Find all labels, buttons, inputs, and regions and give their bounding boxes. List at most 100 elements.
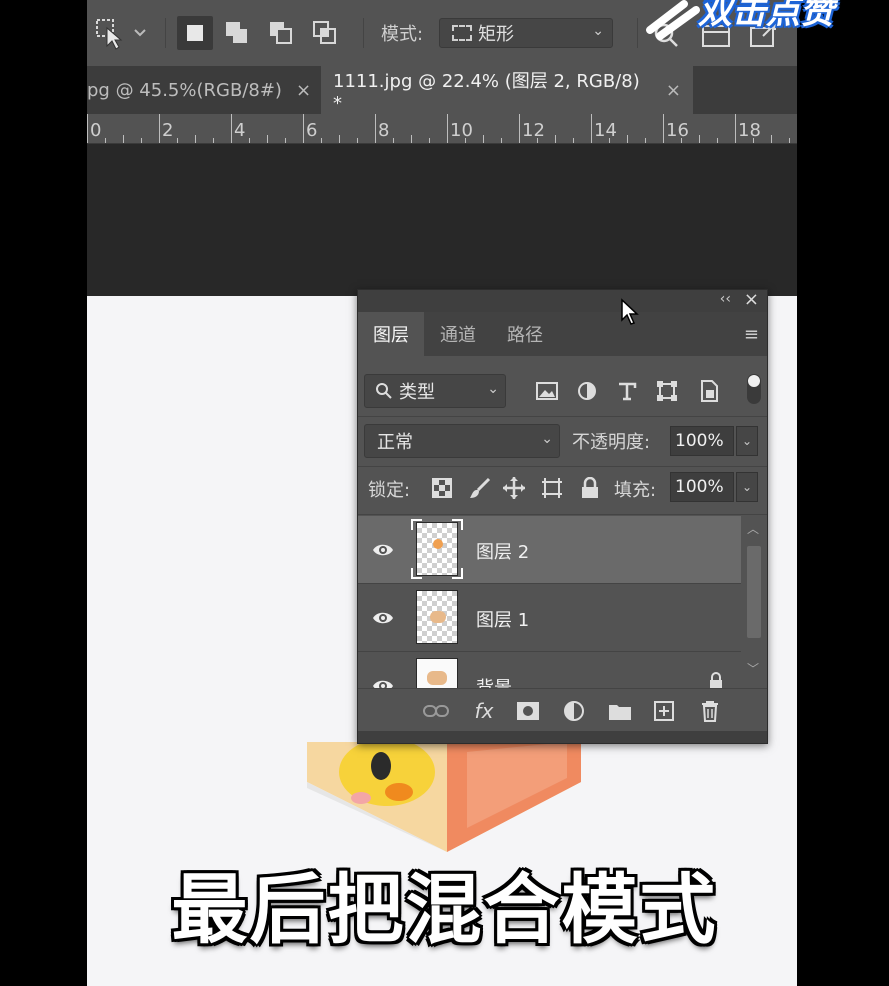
mode-select[interactable]: 矩形 ⌄ xyxy=(439,18,613,48)
filter-adjustment-layers-button[interactable] xyxy=(574,378,600,404)
ruler-tick xyxy=(501,138,502,143)
filter-toggle-switch[interactable] xyxy=(747,374,761,404)
horizontal-ruler: 0 2 4 6 8 10 12 14 16 18 xyxy=(87,114,797,144)
separator xyxy=(363,18,364,48)
layer-name[interactable]: 图层 1 xyxy=(476,606,529,632)
new-group-button[interactable] xyxy=(606,697,634,725)
chevron-down-icon: ⌄ xyxy=(541,431,553,447)
fill-slider-button[interactable]: ⌄ xyxy=(736,472,758,502)
ruler-tick xyxy=(159,114,160,143)
ruler-tick xyxy=(645,138,646,143)
close-panel-icon[interactable]: × xyxy=(744,289,759,310)
tab-paths[interactable]: 路径 xyxy=(492,312,558,356)
panel-menu-icon[interactable]: ≡ xyxy=(744,324,759,345)
lock-position-button[interactable] xyxy=(502,476,526,500)
eye-icon[interactable] xyxy=(372,608,394,628)
collapse-panel-icon[interactable]: ‹‹ xyxy=(720,291,731,307)
opacity-slider-button[interactable]: ⌄ xyxy=(736,426,758,456)
chevron-down-icon[interactable]: ﹀ xyxy=(747,660,759,677)
artboard-icon xyxy=(542,478,562,498)
subtract-selection-button[interactable] xyxy=(263,16,299,50)
close-tab-icon[interactable]: × xyxy=(296,80,311,101)
ruler-tick xyxy=(789,138,790,143)
panel-resize-handle[interactable] xyxy=(358,731,767,743)
subtract-selection-icon xyxy=(270,22,292,44)
layer-row-background[interactable]: 背景 xyxy=(358,652,742,688)
add-mask-button[interactable] xyxy=(514,697,542,725)
tab-layers[interactable]: 图层 xyxy=(358,312,424,356)
tab-channels[interactable]: 通道 xyxy=(424,312,492,356)
brush-icon xyxy=(470,477,491,498)
lock-all-button[interactable] xyxy=(578,476,602,500)
ruler-tick xyxy=(213,138,214,143)
divider xyxy=(358,466,767,467)
filter-type-layers-button[interactable] xyxy=(614,378,640,404)
layer-row-layer-1[interactable]: 图层 1 xyxy=(358,584,742,652)
photoshop-window: 模式: 矩形 ⌄ pg @ 45.5%(RGB/8#) × 1111.jpg @… xyxy=(87,0,797,986)
ruler-tick xyxy=(87,114,88,143)
lock-icon xyxy=(710,672,722,688)
tab-label: 1111.jpg @ 22.4% (图层 2, RGB/8) * xyxy=(333,70,640,114)
type-icon xyxy=(619,382,637,401)
ruler-tick xyxy=(375,114,376,143)
new-layer-button[interactable] xyxy=(650,697,678,725)
layer-name[interactable]: 图层 2 xyxy=(476,538,529,564)
link-layers-button[interactable] xyxy=(422,697,450,725)
new-selection-button[interactable] xyxy=(177,16,213,50)
filter-shape-layers-button[interactable] xyxy=(654,378,680,404)
delete-layer-button[interactable] xyxy=(696,697,724,725)
ruler-tick xyxy=(105,138,106,143)
lock-label: 锁定: xyxy=(368,480,411,501)
intersect-selection-icon xyxy=(313,21,336,44)
ruler-tick xyxy=(339,135,340,143)
ruler-tick xyxy=(321,138,322,143)
ruler-tick xyxy=(681,138,682,143)
tab-label: pg @ 45.5%(RGB/8#) xyxy=(87,79,282,101)
chevron-up-icon[interactable]: ︿ xyxy=(747,520,759,537)
panel-title-bar[interactable]: ‹‹ × xyxy=(358,289,767,312)
marquee-tool-preset-button[interactable] xyxy=(91,16,151,50)
opacity-input[interactable]: 100% xyxy=(670,426,734,456)
plus-square-icon xyxy=(654,701,674,721)
mode-value: 矩形 xyxy=(478,24,514,45)
close-tab-icon[interactable]: × xyxy=(666,80,681,101)
eye-icon[interactable] xyxy=(372,676,394,688)
intersect-selection-button[interactable] xyxy=(307,16,343,50)
smart-object-icon xyxy=(701,380,718,402)
scrollbar-thumb[interactable] xyxy=(747,546,761,638)
lock-icon xyxy=(582,477,598,498)
filter-smart-object-button[interactable] xyxy=(696,378,722,404)
document-tab-2[interactable]: 1111.jpg @ 22.4% (图层 2, RGB/8) * × xyxy=(321,66,693,114)
layers-panel-footer: fx xyxy=(358,688,767,732)
document-tab-1[interactable]: pg @ 45.5%(RGB/8#) × xyxy=(87,66,323,114)
layer-row-layer-2[interactable]: 图层 2 xyxy=(358,516,742,584)
ruler-tick xyxy=(735,114,736,143)
ruler-label: 2 xyxy=(162,120,174,141)
fill-input[interactable]: 100% xyxy=(670,472,734,502)
adjustment-icon xyxy=(578,382,596,400)
ruler-label: 14 xyxy=(594,120,617,141)
search-icon xyxy=(376,383,392,399)
blend-mode-select[interactable]: 正常 ⌄ xyxy=(364,424,560,458)
ruler-label: 16 xyxy=(666,120,689,141)
lock-artboard-button[interactable] xyxy=(540,476,564,500)
ruler-label: 10 xyxy=(450,120,473,141)
lock-image-pixels-button[interactable] xyxy=(468,476,492,500)
ruler-tick xyxy=(231,114,232,143)
layer-style-button[interactable]: fx xyxy=(470,697,498,725)
blend-mode-value: 正常 xyxy=(377,432,413,453)
move-icon xyxy=(503,477,525,499)
ruler-label: 8 xyxy=(378,120,390,141)
layer-name[interactable]: 背景 xyxy=(476,674,512,688)
ruler-tick xyxy=(573,138,574,143)
filter-pixel-layers-button[interactable] xyxy=(534,378,560,404)
lock-transparent-pixels-button[interactable] xyxy=(430,476,454,500)
layers-scrollbar[interactable]: ︿ ﹀ xyxy=(741,516,765,688)
divider xyxy=(358,514,767,515)
ruler-label: 0 xyxy=(90,120,102,141)
add-to-selection-button[interactable] xyxy=(219,16,255,50)
eye-icon[interactable] xyxy=(372,540,394,560)
new-adjustment-layer-button[interactable] xyxy=(560,697,588,725)
chevron-down-icon: ⌄ xyxy=(487,381,499,397)
layer-filter-select[interactable]: 类型 ⌄ xyxy=(364,374,506,408)
